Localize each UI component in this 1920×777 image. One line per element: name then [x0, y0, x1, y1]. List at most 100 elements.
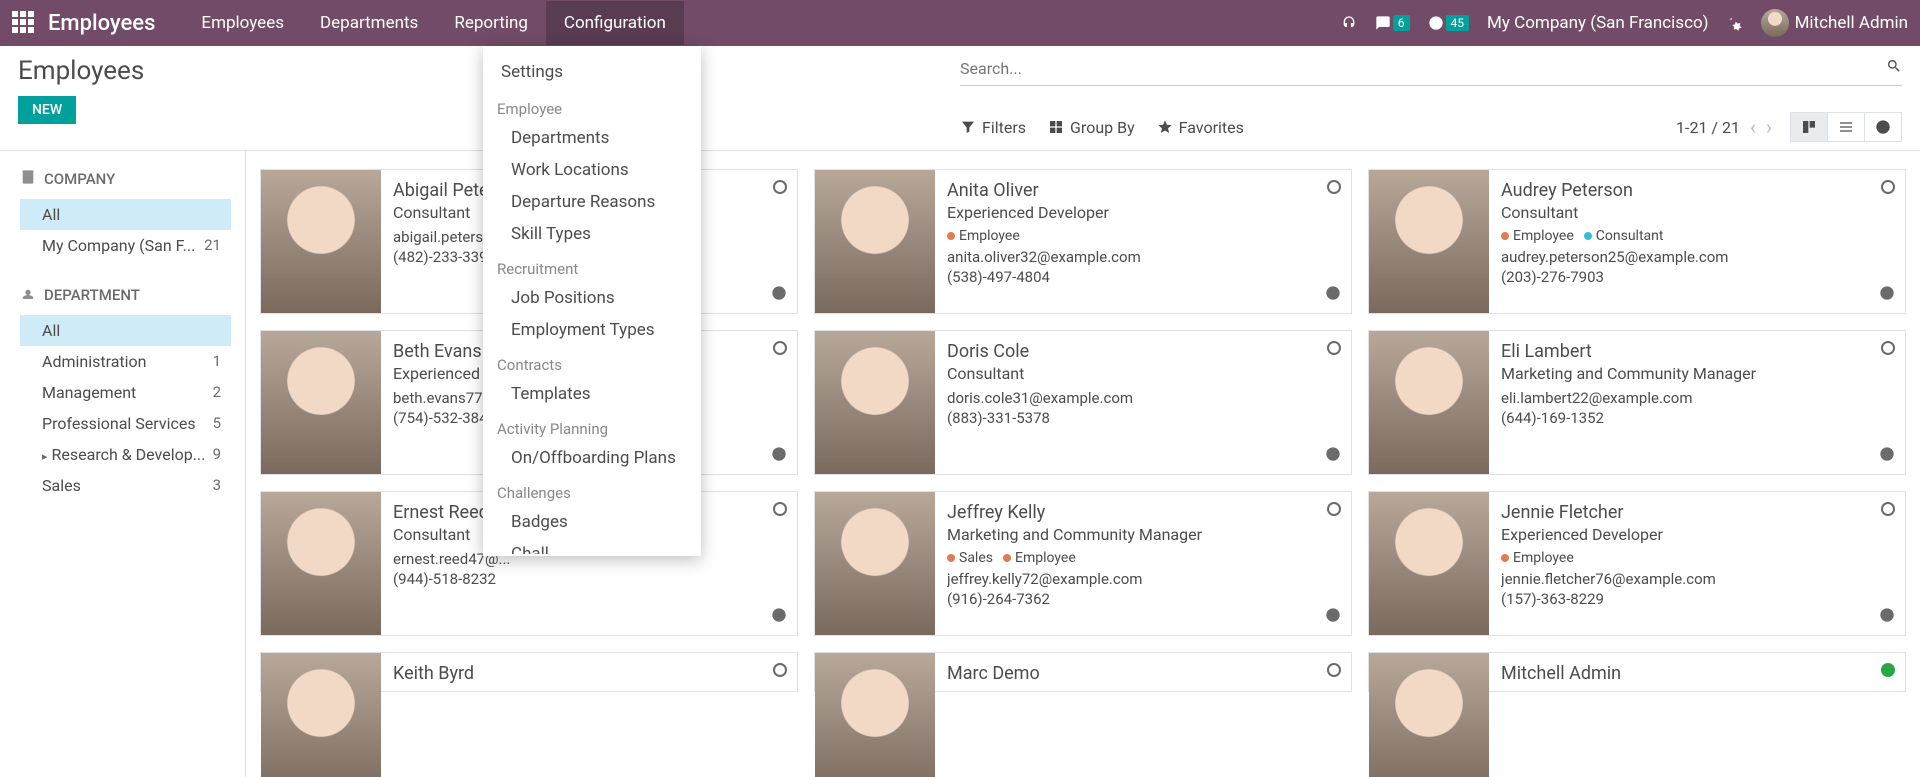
search-options: Filters Group By Favorites [960, 118, 1244, 137]
clock-icon[interactable] [1325, 446, 1341, 466]
activity-view-button[interactable] [1864, 113, 1901, 141]
employee-card[interactable]: Jeffrey KellyMarketing and Community Man… [814, 491, 1352, 636]
app-brand[interactable]: Employees [48, 11, 155, 36]
status-indicator[interactable] [1327, 663, 1341, 677]
sidebar-item-label: Professional Services [42, 414, 196, 433]
nav-employees[interactable]: Employees [183, 1, 302, 45]
clock-icon[interactable] [1325, 607, 1341, 627]
clock-icon[interactable] [1879, 446, 1895, 466]
status-indicator[interactable] [773, 663, 787, 677]
status-indicator[interactable] [1881, 502, 1895, 516]
sidebar-item-label: ▸Research & Develop... [42, 445, 205, 464]
status-indicator[interactable] [1327, 180, 1341, 194]
list-view-button[interactable] [1827, 113, 1864, 141]
search-input[interactable] [960, 59, 1886, 78]
messages-icon[interactable]: 6 [1375, 15, 1410, 31]
activities-icon[interactable]: 45 [1428, 15, 1470, 31]
kanban-view-button[interactable] [1791, 113, 1827, 141]
filters-button[interactable]: Filters [960, 118, 1026, 137]
employee-card[interactable]: Anita OliverExperienced Developer Employ… [814, 169, 1352, 314]
employee-title: Marketing and Community Manager [1501, 364, 1893, 383]
employee-card[interactable]: Eli Lambert Marketing and Community Manag… [1368, 330, 1906, 475]
employee-photo [1369, 331, 1489, 474]
sidebar-department-item[interactable]: Professional Services5 [20, 408, 231, 439]
support-icon[interactable] [1341, 15, 1357, 31]
clock-icon[interactable] [1879, 607, 1895, 627]
dd-menu-item[interactable]: Badges [483, 506, 697, 538]
dd-menu-item[interactable]: Skill Types [483, 218, 697, 250]
new-button[interactable]: NEW [18, 96, 76, 124]
clock-icon[interactable] [771, 446, 787, 466]
status-indicator[interactable] [773, 180, 787, 194]
sidebar-department-item[interactable]: Sales3 [20, 470, 231, 501]
employee-email: eli.lambert22@example.com [1501, 389, 1893, 407]
dd-section-header: Recruitment [483, 250, 697, 282]
nav-departments[interactable]: Departments [302, 1, 436, 45]
employee-card[interactable]: Mitchell Admin [1368, 652, 1906, 692]
favorites-button[interactable]: Favorites [1157, 118, 1244, 137]
user-name: Mitchell Admin [1795, 13, 1908, 33]
status-indicator[interactable] [1881, 663, 1895, 677]
dd-menu-item[interactable]: Departure Reasons [483, 186, 697, 218]
sidebar-department-item[interactable]: Management2 [20, 377, 231, 408]
dd-menu-item[interactable]: Templates [483, 378, 697, 410]
employee-title: Consultant [947, 364, 1339, 383]
user-menu[interactable]: Mitchell Admin [1761, 9, 1908, 37]
sidebar-company-item[interactable]: My Company (San F... 21 [20, 230, 231, 261]
pager: 1-21 / 21 ‹ › [1676, 115, 1772, 139]
clock-icon[interactable] [771, 607, 787, 627]
employee-card[interactable]: Marc Demo [814, 652, 1352, 692]
employee-phone: (944)-518-8232 [393, 570, 785, 588]
employee-card[interactable]: Audrey PetersonConsultant Employee Consu… [1368, 169, 1906, 314]
sidebar-company-item[interactable]: All [20, 199, 231, 230]
dd-menu-item[interactable]: Work Locations [483, 154, 697, 186]
employee-card[interactable]: Doris ColeConsultantdoris.cole31@example… [814, 330, 1352, 475]
status-indicator[interactable] [773, 502, 787, 516]
dd-menu-item[interactable]: Employment Types [483, 314, 697, 346]
dd-section-header: Contracts [483, 346, 697, 378]
employee-name: Jennie Fletcher [1501, 502, 1893, 523]
sidebar-item-count: 21 [204, 236, 221, 255]
employee-card[interactable]: Jennie FletcherExperienced Developer Emp… [1368, 491, 1906, 636]
debug-icon[interactable] [1727, 15, 1743, 31]
status-indicator[interactable] [1881, 341, 1895, 355]
pager-value[interactable]: 1-21 / 21 [1676, 118, 1740, 137]
search-icon[interactable] [1886, 58, 1902, 79]
sidebar-department-item[interactable]: ▸Research & Develop...9 [20, 439, 231, 470]
dd-menu-item[interactable]: Departments [483, 122, 697, 154]
apps-icon[interactable] [12, 11, 36, 35]
pager-prev-icon[interactable]: ‹ [1750, 115, 1756, 139]
pager-next-icon[interactable]: › [1766, 115, 1772, 139]
search-box[interactable] [960, 56, 1902, 86]
sidebar-department-item[interactable]: Administration1 [20, 346, 231, 377]
company-switcher[interactable]: My Company (San Francisco) [1487, 13, 1709, 33]
clock-icon[interactable] [1879, 285, 1895, 305]
tag: Employee [1501, 550, 1574, 566]
dd-section-header: Employee [483, 90, 697, 122]
status-indicator[interactable] [1327, 502, 1341, 516]
employee-title: Consultant [1501, 203, 1893, 222]
employee-phone: (538)-497-4804 [947, 268, 1339, 286]
employee-phone: (203)-276-7903 [1501, 268, 1893, 286]
dd-menu-item[interactable]: On/Offboarding Plans [483, 442, 697, 474]
employee-photo [815, 653, 935, 777]
status-indicator[interactable] [1327, 341, 1341, 355]
employee-name: Eli Lambert [1501, 341, 1893, 362]
employee-card[interactable]: Keith Byrd [260, 652, 798, 692]
employee-photo [1369, 653, 1489, 777]
dd-menu-item[interactable]: Job Positions [483, 282, 697, 314]
nav-configuration[interactable]: Configuration [546, 1, 684, 45]
groupby-button[interactable]: Group By [1048, 118, 1135, 137]
dd-settings[interactable]: Settings [483, 54, 697, 90]
sidebar-item-label: My Company (San F... [42, 236, 195, 255]
sidebar-item-count: 1 [213, 352, 221, 371]
status-indicator[interactable] [773, 341, 787, 355]
status-indicator[interactable] [1881, 180, 1895, 194]
employee-photo [261, 653, 381, 777]
nav-reporting[interactable]: Reporting [436, 1, 546, 45]
clock-icon[interactable] [1325, 285, 1341, 305]
dd-menu-item[interactable]: Chall... [483, 538, 697, 554]
employee-name: Doris Cole [947, 341, 1339, 362]
sidebar-department-item[interactable]: All [20, 315, 231, 346]
clock-icon[interactable] [771, 285, 787, 305]
